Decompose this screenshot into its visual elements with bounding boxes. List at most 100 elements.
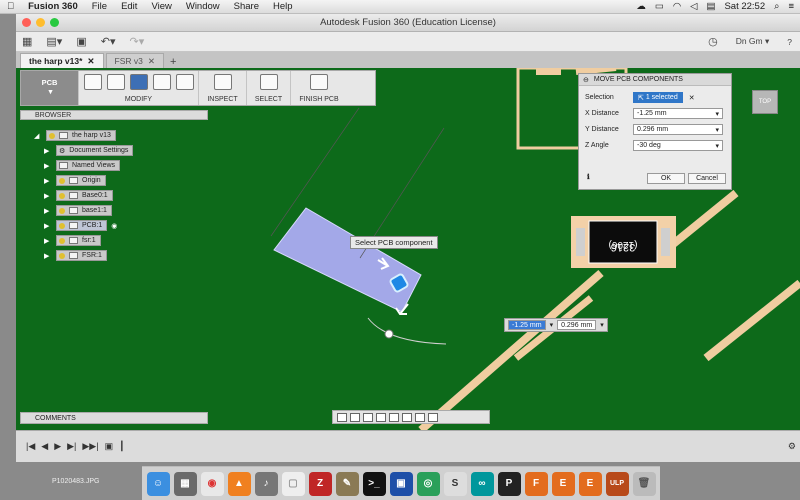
apple-menu-icon[interactable]:  (0, 1, 21, 12)
cancel-button[interactable]: Cancel (688, 173, 726, 184)
help-menu[interactable]: ? (787, 37, 792, 47)
zoom-icon[interactable] (376, 412, 386, 422)
viewports-icon[interactable] (428, 412, 438, 422)
fusion-360-icon[interactable]: ▣ (389, 471, 413, 496)
browser-item-base0[interactable]: ▶ Base0:1 (44, 190, 113, 201)
eagle-icon[interactable]: E (551, 471, 575, 496)
cloud-sync-icon[interactable]: ☁ (636, 1, 646, 12)
browser-root[interactable]: ◢ the harp v13 (34, 130, 116, 141)
redo-icon[interactable]: ↷▾ (129, 35, 144, 48)
browser-item-named-views[interactable]: ▶ Named Views (44, 160, 121, 171)
menu-view[interactable]: View (144, 1, 178, 12)
z-angle-field[interactable]: -30 deg ▾ (633, 140, 723, 151)
eagle-icon[interactable]: F (524, 471, 548, 496)
timeline-last-icon[interactable]: ▶▶| (82, 441, 98, 452)
timeline-next-icon[interactable]: ▶| (67, 441, 76, 452)
shell-icon[interactable] (106, 74, 125, 90)
menu-help[interactable]: Help (266, 1, 300, 12)
z-app-icon[interactable]: Z (308, 471, 332, 496)
battery-icon[interactable]: ▭ (655, 1, 664, 12)
browser-item-fsr-upper[interactable]: ▶ FSR:1 (44, 250, 107, 261)
green-app-icon[interactable]: ◎ (416, 471, 440, 496)
close-window-icon[interactable] (22, 18, 31, 27)
photos-icon[interactable]: ▦ (173, 471, 197, 496)
timeline-first-icon[interactable]: |◀ (26, 441, 35, 452)
wifi-icon[interactable]: ◠ (673, 1, 681, 12)
tab-close-icon[interactable]: ✕ (148, 56, 155, 67)
job-status-icon[interactable]: ◷ (708, 35, 718, 48)
new-tab-plus-icon[interactable]: + (166, 56, 180, 68)
app-menu[interactable]: Fusion 360 (21, 1, 85, 12)
browser-item-origin[interactable]: ▶ Origin (44, 175, 106, 186)
fit-icon[interactable] (389, 412, 399, 422)
workspace-switcher[interactable]: PCB ▾ (21, 71, 79, 105)
align-icon[interactable] (152, 74, 171, 90)
timeline-marker-icon[interactable]: ┃ (119, 441, 124, 452)
undo-icon[interactable]: ↶▾ (101, 35, 116, 48)
app-icon[interactable]: ▢ (281, 471, 305, 496)
menu-window[interactable]: Window (179, 1, 227, 12)
timeline-prev-icon[interactable]: ◀ (41, 441, 48, 452)
selection-chip[interactable]: ⇱ 1 selected (633, 92, 683, 103)
pcb-sync-icon[interactable] (175, 74, 194, 90)
menu-edit[interactable]: Edit (114, 1, 144, 12)
tab-the-harp[interactable]: the harp v13* ✕ (20, 53, 104, 68)
display-settings-icon[interactable] (402, 412, 412, 422)
sublime-text-icon[interactable]: S (443, 471, 467, 496)
smd-component-3216[interactable]: 3216 (1206) (571, 216, 676, 268)
collapse-dialog-icon[interactable]: ⊖ (583, 76, 589, 84)
y-distance-overlay-input[interactable]: 0.296 mm (557, 320, 597, 330)
select-arrow-icon[interactable] (259, 74, 278, 90)
browser-item-base1[interactable]: ▶ base1:1 (44, 205, 112, 216)
volume-icon[interactable]: ◁ (690, 1, 697, 12)
finish-pcb-button[interactable]: FINISH PCB (299, 96, 338, 103)
x-distance-overlay-input[interactable]: -1.25 mm (508, 320, 546, 330)
measure-icon[interactable] (213, 74, 232, 90)
comments-panel-header[interactable]: COMMENTS (20, 412, 208, 424)
dropdown-arrow-icon[interactable]: ▾ (550, 321, 554, 329)
grid-settings-icon[interactable] (415, 412, 425, 422)
menu-share[interactable]: Share (227, 1, 266, 12)
browser-item-pcb[interactable]: ▶ PCB:1 ◉ (44, 220, 117, 231)
inspect-menu[interactable]: INSPECT (207, 96, 237, 103)
activate-radio-icon[interactable]: ◉ (111, 222, 117, 230)
look-at-icon[interactable] (350, 412, 360, 422)
flag-icon[interactable]: ▤ (706, 1, 715, 12)
browser-item-document-settings[interactable]: ▶ ⚙ Document Settings (44, 145, 134, 156)
zoom-window-icon[interactable] (50, 18, 59, 27)
finder-icon[interactable]: ☺ (146, 471, 170, 496)
orbit-icon[interactable] (337, 412, 347, 422)
browser-panel-header[interactable]: BROWSER (20, 110, 208, 120)
trash-icon[interactable]: 🗑 (632, 471, 656, 496)
eagle-icon[interactable]: E (578, 471, 602, 496)
selected-pcb-board[interactable] (270, 107, 447, 345)
audio-app-icon[interactable]: ♪ (254, 471, 278, 496)
rotation-handle[interactable] (384, 329, 394, 339)
timeline-play-icon[interactable]: ▶ (54, 441, 61, 452)
modify-menu[interactable]: MODIFY (125, 96, 152, 103)
timeline-feature-icon[interactable]: ▣ (105, 441, 114, 452)
pan-hand-icon[interactable] (363, 412, 373, 422)
file-menu-icon[interactable]: ▤▾ (46, 35, 62, 48)
pcb-canvas[interactable]: 3216 (1206) PCB ▾ MODIFY INSPECT SELECT … (16, 68, 800, 430)
clock[interactable]: Sat 22:52 (724, 1, 765, 12)
notification-center-icon[interactable]: ≡ (788, 1, 794, 12)
timeline-settings-icon[interactable]: ⚙ (788, 441, 796, 452)
info-icon[interactable]: ℹ (587, 173, 590, 181)
move-components-icon[interactable] (129, 74, 148, 90)
select-menu[interactable]: SELECT (255, 96, 282, 103)
user-menu[interactable]: Dn Gm ▾ (736, 36, 770, 47)
minimize-window-icon[interactable] (36, 18, 45, 27)
chrome-icon[interactable]: ◉ (200, 471, 224, 496)
y-distance-field[interactable]: 0.296 mm ▾ (633, 124, 723, 135)
vlc-icon[interactable]: ▲ (227, 471, 251, 496)
arduino-icon[interactable]: ∞ (470, 471, 494, 496)
ulp-icon[interactable]: ULP (605, 471, 629, 496)
save-icon[interactable]: ▣ (76, 35, 86, 48)
ok-button[interactable]: OK (647, 173, 685, 184)
menu-file[interactable]: File (85, 1, 114, 12)
viewcube[interactable]: TOP (752, 90, 778, 114)
terminal-icon[interactable]: >_ (362, 471, 386, 496)
gimp-icon[interactable]: ✎ (335, 471, 359, 496)
processing-icon[interactable]: P (497, 471, 521, 496)
